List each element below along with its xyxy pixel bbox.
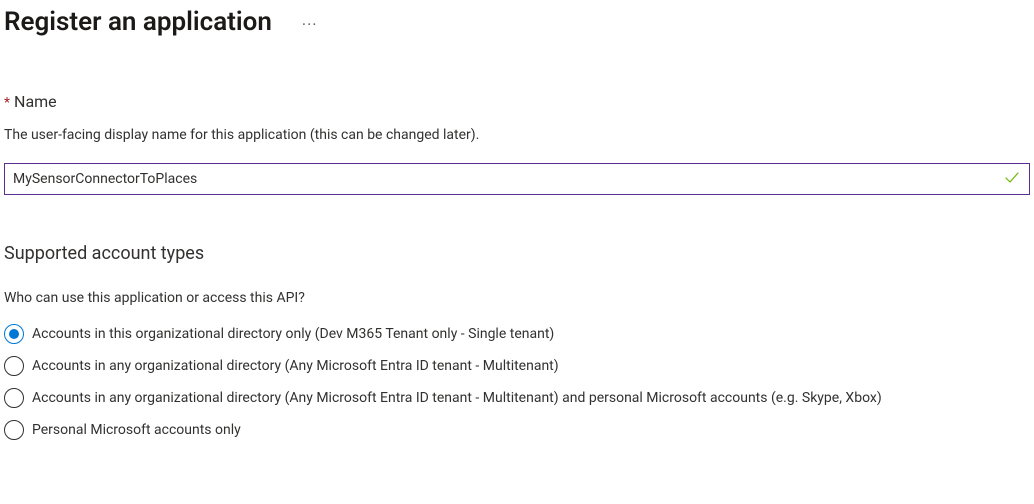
name-section: *Name The user-facing display name for t… bbox=[0, 92, 1034, 195]
name-field-label: Name bbox=[14, 92, 57, 111]
account-types-section: Supported account types Who can use this… bbox=[0, 243, 1034, 440]
radio-icon bbox=[4, 324, 24, 344]
account-types-radio-group: Accounts in this organizational director… bbox=[4, 324, 1030, 440]
account-types-heading: Supported account types bbox=[4, 243, 1030, 264]
name-field-description: The user-facing display name for this ap… bbox=[4, 127, 1030, 143]
radio-icon bbox=[4, 420, 24, 440]
name-label-row: *Name bbox=[4, 92, 1030, 111]
account-type-option-personal-only[interactable]: Personal Microsoft accounts only bbox=[4, 420, 1030, 440]
account-types-question: Who can use this application or access t… bbox=[4, 290, 1030, 306]
radio-label: Personal Microsoft accounts only bbox=[32, 420, 249, 440]
more-actions-icon[interactable]: ··· bbox=[296, 13, 324, 37]
account-type-option-single-tenant[interactable]: Accounts in this organizational director… bbox=[4, 324, 1030, 344]
radio-label: Accounts in any organizational directory… bbox=[32, 356, 567, 376]
account-type-option-multitenant[interactable]: Accounts in any organizational directory… bbox=[4, 356, 1030, 376]
application-name-input[interactable] bbox=[4, 163, 1030, 195]
page-title: Register an application bbox=[4, 6, 272, 40]
required-star-icon: * bbox=[4, 95, 10, 111]
account-type-option-multitenant-personal[interactable]: Accounts in any organizational directory… bbox=[4, 388, 1030, 408]
radio-icon bbox=[4, 356, 24, 376]
name-input-wrapper bbox=[4, 163, 1030, 195]
radio-label: Accounts in this organizational director… bbox=[32, 324, 562, 344]
radio-icon bbox=[4, 388, 24, 408]
page-header: Register an application ··· bbox=[0, 0, 1034, 40]
radio-label: Accounts in any organizational directory… bbox=[32, 388, 890, 408]
